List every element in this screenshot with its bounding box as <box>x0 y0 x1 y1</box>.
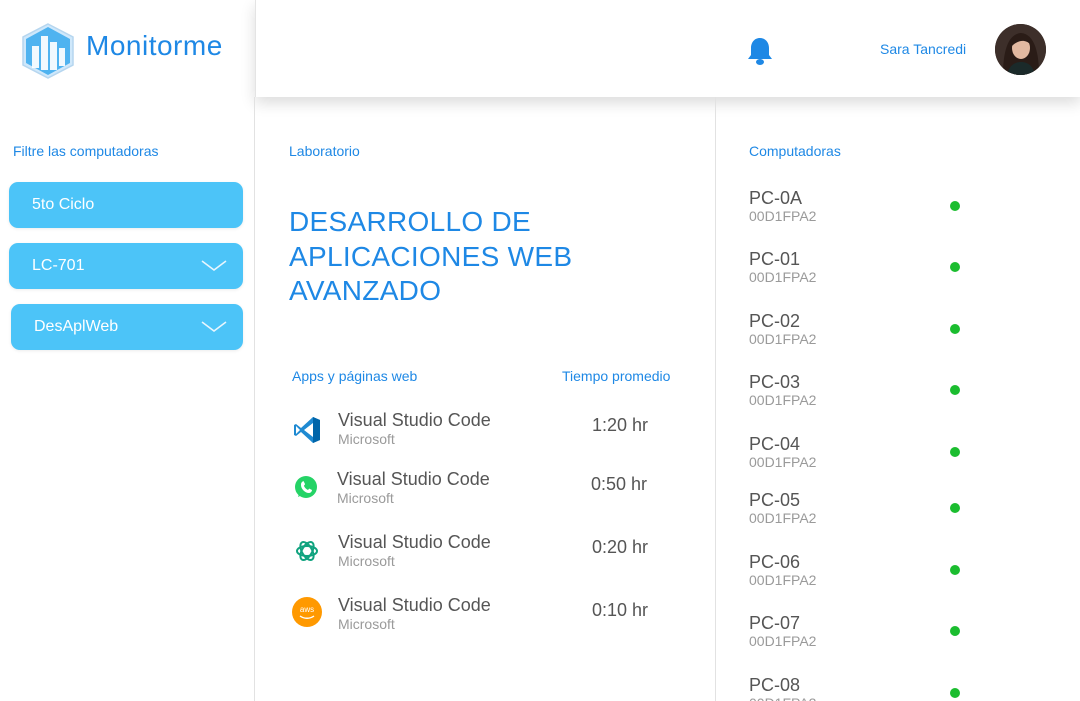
bar-chart-hexagon-icon <box>22 23 74 79</box>
filter-label: Filtre las computadoras <box>13 143 159 159</box>
pc-id: 00D1FPA2 <box>749 695 816 701</box>
status-online-icon <box>950 324 960 334</box>
pc-id: 00D1FPA2 <box>749 208 817 224</box>
app-vendor: Microsoft <box>337 490 394 506</box>
pc-id: 00D1FPA2 <box>749 510 817 526</box>
computers-label: Computadoras <box>749 143 841 159</box>
pc-row[interactable]: PC-08 00D1FPA2 <box>749 675 1009 701</box>
pc-name: PC-0A <box>749 188 803 208</box>
app-time: 0:20 hr <box>592 537 649 557</box>
pc-row[interactable]: PC-02 00D1FPA2 <box>749 311 1009 355</box>
app-name: Visual Studio Code <box>337 469 490 489</box>
divider <box>254 97 255 701</box>
status-online-icon <box>950 503 960 513</box>
pc-id: 00D1FPA2 <box>749 633 817 649</box>
chevron-down-icon <box>201 260 227 271</box>
pc-name: PC-08 <box>749 675 801 695</box>
filter-cycle-button[interactable]: 5to Ciclo <box>9 182 243 228</box>
status-online-icon <box>950 262 960 272</box>
avatar-portrait <box>995 24 1046 75</box>
filter-course-label: DesAplWeb <box>34 318 119 335</box>
pc-row[interactable]: PC-07 00D1FPA2 <box>749 613 1009 657</box>
divider <box>715 97 716 701</box>
app-row[interactable]: Visual Studio Code Microsoft 0:50 hr <box>289 469 689 513</box>
status-online-icon <box>950 688 960 698</box>
status-online-icon <box>950 385 960 395</box>
app-logo-text: Monitorme <box>86 30 223 61</box>
status-online-icon <box>950 201 960 211</box>
app-time: 1:20 hr <box>592 415 649 435</box>
pc-id: 00D1FPA2 <box>749 331 817 347</box>
status-online-icon <box>950 565 960 575</box>
pc-row[interactable]: PC-04 00D1FPA2 <box>749 434 1009 478</box>
status-online-icon <box>950 626 960 636</box>
pc-row[interactable]: PC-06 00D1FPA2 <box>749 552 1009 596</box>
column-header-time: Tiempo promedio <box>562 368 671 384</box>
vscode-icon <box>294 417 320 443</box>
pc-row[interactable]: PC-03 00D1FPA2 <box>749 372 1009 416</box>
app-name: Visual Studio Code <box>338 410 491 430</box>
course-title: DESARROLLO DE APLICACIONES WEB AVANZADO <box>289 206 573 306</box>
pc-row[interactable]: PC-01 00D1FPA2 <box>749 249 1009 293</box>
pc-name: PC-01 <box>749 249 801 269</box>
pc-row[interactable]: PC-0A 00D1FPA2 <box>749 188 1009 232</box>
aws-icon: aws <box>292 597 322 627</box>
app-vendor: Microsoft <box>338 431 395 447</box>
openai-icon <box>296 540 318 562</box>
app-name: Visual Studio Code <box>338 532 491 552</box>
filter-cycle-label: 5to Ciclo <box>32 196 95 213</box>
user-name[interactable]: Sara Tancredi <box>880 41 966 57</box>
filter-lab-dropdown[interactable]: LC-701 <box>9 243 243 289</box>
app-name: Visual Studio Code <box>338 595 491 615</box>
app-vendor: Microsoft <box>338 616 395 632</box>
filter-lab-label: LC-701 <box>32 257 85 274</box>
app-time: 0:50 hr <box>591 474 648 494</box>
svg-text:aws: aws <box>300 605 314 614</box>
pc-id: 00D1FPA2 <box>749 392 817 408</box>
app-time: 0:10 hr <box>592 600 649 620</box>
user-avatar[interactable] <box>995 24 1046 75</box>
filter-course-dropdown[interactable]: DesAplWeb <box>11 304 243 350</box>
pc-id: 00D1FPA2 <box>749 572 817 588</box>
chevron-down-icon <box>201 321 227 332</box>
pc-id: 00D1FPA2 <box>749 269 817 285</box>
pc-name: PC-02 <box>749 311 801 331</box>
pc-name: PC-07 <box>749 613 801 633</box>
app-vendor: Microsoft <box>338 553 395 569</box>
sidebar: Monitorme Filtre las computadoras 5to Ci… <box>0 0 254 701</box>
pc-name: PC-05 <box>749 490 801 510</box>
pc-name: PC-06 <box>749 552 801 572</box>
pc-name: PC-03 <box>749 372 801 392</box>
section-label: Laboratorio <box>289 143 360 159</box>
status-online-icon <box>950 447 960 457</box>
column-header-apps: Apps y páginas web <box>292 368 418 384</box>
bell-icon[interactable] <box>746 36 774 66</box>
pc-id: 00D1FPA2 <box>749 454 817 470</box>
pc-row[interactable]: PC-05 00D1FPA2 <box>749 490 1009 534</box>
whatsapp-icon <box>295 476 317 498</box>
app-row[interactable]: aws Visual Studio Code Microsoft 0:10 hr <box>290 595 690 639</box>
app-row[interactable]: Visual Studio Code Microsoft 0:20 hr <box>290 532 690 576</box>
app-row[interactable]: Visual Studio Code Microsoft 1:20 hr <box>290 410 690 454</box>
pc-name: PC-04 <box>749 434 801 454</box>
